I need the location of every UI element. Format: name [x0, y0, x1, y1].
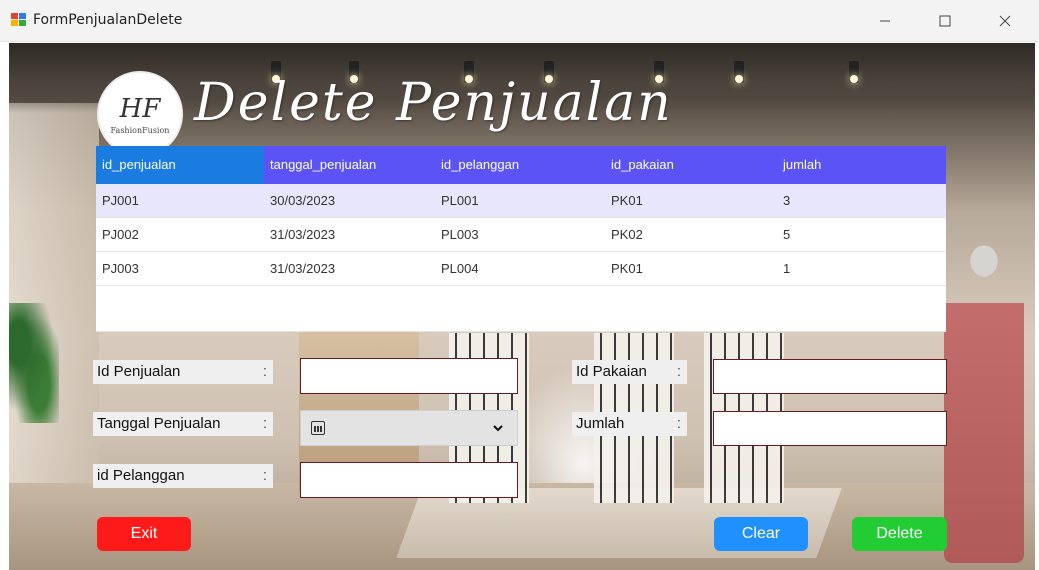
close-icon [999, 15, 1011, 27]
maximize-button[interactable] [930, 6, 960, 36]
window-title: FormPenjualanDelete [33, 12, 183, 28]
table-header: id_penjualan tanggal_penjualan id_pelang… [96, 146, 946, 184]
label-colon: : [676, 363, 681, 380]
label-colon: : [262, 467, 267, 484]
table-cell: PK01 [611, 261, 643, 276]
column-header-jumlah[interactable]: jumlah [777, 146, 946, 184]
table-cell: 31/03/2023 [270, 261, 336, 276]
table-cell: PJ003 [102, 261, 139, 276]
mannequin [944, 243, 1024, 563]
id-pelanggan-input[interactable] [300, 462, 518, 498]
table-cell: PK01 [611, 193, 643, 208]
calendar-icon [311, 421, 325, 435]
logo-monogram: HF [119, 93, 161, 124]
table-cell: 1 [783, 261, 791, 276]
table-cell: 31/03/2023 [270, 227, 336, 242]
id-pelanggan-label: id Pelanggan : [93, 464, 273, 488]
table-cell: PJ001 [102, 193, 139, 208]
table-cell: PJ002 [102, 227, 139, 242]
plant [9, 303, 59, 423]
id-penjualan-input[interactable] [300, 358, 518, 394]
penjualan-table[interactable]: id_penjualan tanggal_penjualan id_pelang… [96, 146, 946, 332]
id-pakaian-label: Id Pakaian : [572, 360, 687, 384]
form-client-area: HF FashionFusion Delete Penjualan id_pen… [9, 43, 1035, 570]
brand-logo: HF FashionFusion [97, 71, 183, 157]
exit-button[interactable]: Exit [97, 517, 191, 551]
clear-button[interactable]: Clear [714, 517, 808, 551]
minimize-icon [880, 20, 890, 22]
ceiling-lamp [849, 61, 859, 83]
tanggal-penjualan-label: Tanggal Penjualan : [93, 412, 273, 436]
label-colon: : [676, 415, 681, 432]
table-cell: PL004 [441, 261, 479, 276]
column-header-id-pelanggan[interactable]: id_pelanggan [435, 146, 605, 184]
page-title: Delete Penjualan [194, 73, 673, 133]
table-cell: PL001 [441, 193, 479, 208]
jumlah-input[interactable] [713, 411, 947, 446]
ceiling-lamp [734, 61, 744, 83]
id-pelanggan-label-text: id Pelanggan [97, 467, 185, 484]
id-pakaian-label-text: Id Pakaian [576, 363, 647, 380]
chevron-down-icon [493, 425, 503, 432]
id-pakaian-input[interactable] [713, 359, 947, 394]
table-row[interactable]: PJ003 31/03/2023 PL004 PK01 1 [96, 252, 946, 286]
table-row[interactable]: PJ002 31/03/2023 PL003 PK02 5 [96, 218, 946, 252]
app-icon [11, 13, 27, 27]
label-colon: : [262, 415, 267, 432]
id-penjualan-label-text: Id Penjualan [97, 363, 181, 380]
jumlah-label: Jumlah : [572, 412, 687, 436]
jumlah-label-text: Jumlah [576, 415, 625, 432]
tanggal-penjualan-datepicker[interactable] [300, 410, 518, 446]
delete-button[interactable]: Delete [852, 517, 947, 551]
label-colon: : [262, 363, 267, 380]
table-cell: PK02 [611, 227, 643, 242]
close-window-button[interactable] [990, 6, 1020, 36]
window-titlebar: FormPenjualanDelete [0, 0, 1039, 42]
tanggal-penjualan-label-text: Tanggal Penjualan [97, 415, 221, 432]
table-cell: 5 [783, 227, 791, 242]
minimize-button[interactable] [870, 6, 900, 36]
table-cell: 30/03/2023 [270, 193, 336, 208]
logo-brand-name: FashionFusion [110, 125, 170, 135]
table-cell: 3 [783, 193, 791, 208]
background-wall [9, 103, 99, 483]
id-penjualan-label: Id Penjualan : [93, 360, 273, 384]
column-header-tanggal-penjualan[interactable]: tanggal_penjualan [264, 146, 435, 184]
column-header-id-penjualan[interactable]: id_penjualan [96, 146, 264, 184]
column-header-id-pakaian[interactable]: id_pakaian [605, 146, 777, 184]
table-cell: PL003 [441, 227, 479, 242]
table-new-row[interactable] [96, 286, 946, 332]
table-row[interactable]: PJ001 30/03/2023 PL001 PK01 3 [96, 184, 946, 218]
maximize-icon [939, 15, 951, 27]
